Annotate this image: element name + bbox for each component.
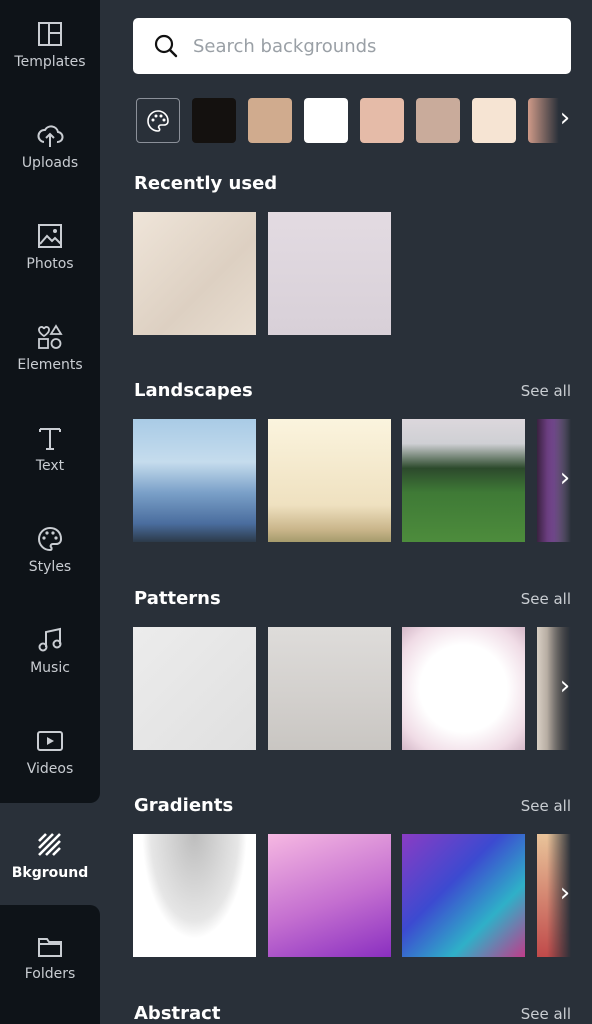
sidebar-item-photos[interactable]: Photos bbox=[0, 202, 100, 303]
search-input[interactable] bbox=[193, 35, 533, 57]
section-title: Recently used bbox=[134, 173, 278, 194]
background-thumbnail[interactable] bbox=[267, 419, 391, 542]
color-swatch[interactable] bbox=[248, 98, 292, 143]
text-icon bbox=[39, 428, 61, 450]
background-thumbnail[interactable] bbox=[267, 627, 391, 750]
color-swatch[interactable] bbox=[304, 98, 348, 143]
background-thumbnail[interactable] bbox=[267, 212, 391, 335]
see-all-link[interactable]: See all bbox=[521, 1005, 571, 1023]
sidebar-item-styles[interactable]: Styles bbox=[0, 505, 100, 606]
carousel-next-button[interactable]: › bbox=[553, 878, 577, 908]
see-all-link[interactable]: See all bbox=[521, 382, 571, 400]
color-swatch[interactable] bbox=[416, 98, 460, 143]
background-thumbnail[interactable] bbox=[402, 419, 525, 542]
color-swatch[interactable] bbox=[192, 98, 236, 143]
music-note-icon bbox=[38, 627, 62, 652]
carousel-next-button[interactable]: › bbox=[553, 463, 577, 493]
swatches-next-button[interactable]: › bbox=[553, 103, 577, 133]
search-icon bbox=[154, 34, 178, 58]
sidebar-item-label: Bkground bbox=[11, 865, 89, 881]
search-bar[interactable] bbox=[133, 18, 571, 74]
sidebar-item-label: Text bbox=[35, 458, 65, 474]
sidebar-item-label: Styles bbox=[28, 559, 72, 575]
palette-icon bbox=[38, 526, 63, 552]
background-thumbnail[interactable] bbox=[133, 834, 256, 957]
background-thumbnail[interactable] bbox=[133, 212, 256, 335]
sidebar-item-label: Templates bbox=[14, 54, 86, 70]
background-thumbnail[interactable] bbox=[402, 627, 525, 750]
sidebar-item-bkground[interactable]: Bkground bbox=[0, 811, 100, 912]
sidebar-item-templates[interactable]: Templates bbox=[0, 0, 100, 101]
carousel-next-button[interactable]: › bbox=[553, 671, 577, 701]
see-all-link[interactable]: See all bbox=[521, 590, 571, 608]
sidebar-item-text[interactable]: Text bbox=[0, 404, 100, 505]
sidebar-item-label: Folders bbox=[24, 966, 76, 982]
section-title: Patterns bbox=[134, 588, 221, 609]
video-icon bbox=[37, 731, 63, 751]
sidebar-item-label: Videos bbox=[26, 761, 74, 777]
sidebar-item-label: Uploads bbox=[21, 155, 79, 171]
sidebar: Templates Uploads Photos Elements Text Styles… bbox=[0, 0, 100, 1024]
sidebar-item-elements[interactable]: Elements bbox=[0, 303, 100, 404]
sidebar-item-label: Photos bbox=[26, 256, 74, 272]
color-swatch[interactable] bbox=[360, 98, 404, 143]
background-stripes-icon bbox=[38, 833, 61, 856]
sidebar-item-folders[interactable]: Folders bbox=[0, 912, 100, 1013]
sidebar-item-label: Elements bbox=[17, 357, 83, 373]
section-title: Abstract bbox=[134, 1003, 221, 1024]
background-thumbnail[interactable] bbox=[133, 627, 256, 750]
templates-icon bbox=[38, 22, 62, 46]
shapes-icon bbox=[38, 324, 63, 349]
color-swatch[interactable] bbox=[472, 98, 516, 143]
background-thumbnail[interactable] bbox=[402, 834, 525, 957]
background-thumbnail[interactable] bbox=[267, 834, 391, 957]
section-title: Landscapes bbox=[134, 380, 253, 401]
folder-icon bbox=[38, 938, 62, 957]
upload-cloud-icon bbox=[37, 125, 64, 147]
sidebar-item-label: Music bbox=[30, 660, 70, 676]
sidebar-item-videos[interactable]: Videos bbox=[0, 707, 100, 808]
sidebar-item-music[interactable]: Music bbox=[0, 606, 100, 707]
image-icon bbox=[38, 224, 62, 248]
sidebar-item-uploads[interactable]: Uploads bbox=[0, 101, 100, 202]
see-all-link[interactable]: See all bbox=[521, 797, 571, 815]
background-thumbnail[interactable] bbox=[133, 419, 256, 542]
color-picker-button[interactable] bbox=[136, 98, 180, 143]
section-title: Gradients bbox=[134, 795, 234, 816]
palette-icon bbox=[147, 109, 169, 132]
